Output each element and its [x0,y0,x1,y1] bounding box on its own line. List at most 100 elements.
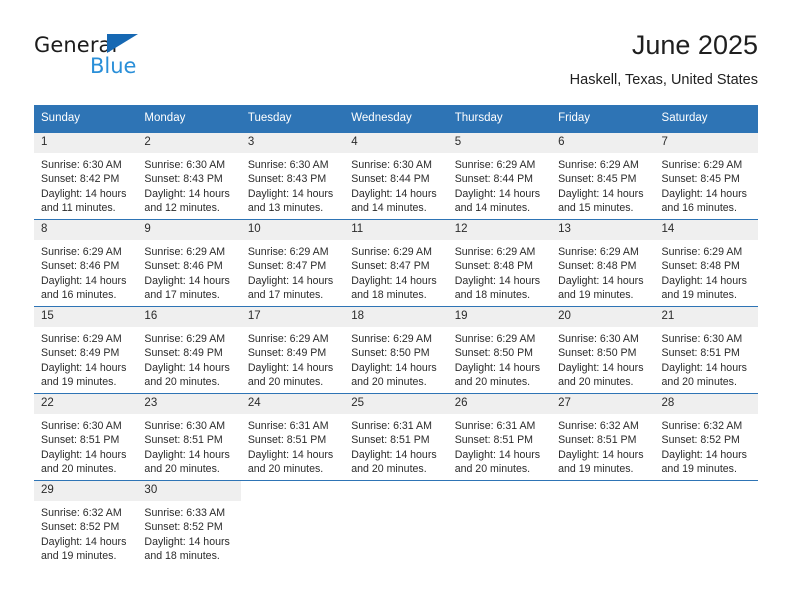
sunrise-text: Sunrise: 6:32 AM [558,420,639,432]
sunrise-text: Sunrise: 6:32 AM [41,507,122,519]
sunset-text: Sunset: 8:47 PM [247,260,327,273]
calendar-day-cell[interactable]: 28 Sunrise: 6:32 AM Sunset: 8:52 PM Dayligh… [654,393,758,481]
calendar-day-cell[interactable]: 7 Sunrise: 6:29 AM Sunset: 8:45 PM Daylight… [654,132,758,220]
daylight-text: Daylight: 14 hours and 20 minutes. [351,361,437,389]
calendar-day-cell[interactable]: 11 Sunrise: 6:29 AM Sunset: 8:47 PM Dayligh… [344,219,448,307]
calendar-page: General Blue June 2025 Haskell, Texas, U… [0,0,792,612]
sunrise-text: Sunrise: 6:29 AM [454,333,536,345]
sunset-text: Sunset: 8:47 PM [351,260,430,273]
day-number: 11 [344,220,448,240]
triangle-icon [107,34,138,53]
calendar-day-cell[interactable]: 24 Sunrise: 6:31 AM Sunset: 8:51 PM Dayligh… [240,393,345,481]
calendar-day-cell[interactable]: 30 Sunrise: 6:33 AM Sunset: 8:52 PM Dayligh… [137,480,241,567]
calendar-day-cell[interactable]: 15 Sunrise: 6:29 AM Sunset: 8:49 PM Dayligh… [34,306,138,394]
sunrise-text: Sunrise: 6:30 AM [247,159,329,171]
sunset-text: Sunset: 8:50 PM [351,347,430,360]
daylight-text: Daylight: 14 hours and 16 minutes. [41,274,127,302]
daylight-text: Daylight: 14 hours and 18 minutes. [351,274,437,302]
sunset-text: Sunset: 8:50 PM [454,347,534,360]
day-number: 28 [654,394,758,414]
calendar-day-cell[interactable]: 22 Sunrise: 6:30 AM Sunset: 8:51 PM Dayligh… [34,393,138,481]
day-number: 24 [240,394,345,414]
sunrise-text: Sunrise: 6:30 AM [41,420,122,432]
day-number: 20 [551,307,655,327]
day-number [551,481,654,501]
calendar-day-cell[interactable]: 19 Sunrise: 6:29 AM Sunset: 8:50 PM Dayligh… [447,306,552,394]
calendar-week-row: 1 Sunrise: 6:30 AM Sunset: 8:42 PM Daylight… [34,132,758,220]
calendar-day-cell[interactable]: 21 Sunrise: 6:30 AM Sunset: 8:51 PM Dayligh… [654,306,758,394]
calendar-day-cell[interactable]: 26 Sunrise: 6:31 AM Sunset: 8:51 PM Dayligh… [447,393,552,481]
sunset-text: Sunset: 8:46 PM [41,260,120,273]
day-details: Sunrise: 6:29 AM Sunset: 8:50 PM Daylight:… [448,327,551,390]
calendar-day-cell[interactable]: 25 Sunrise: 6:31 AM Sunset: 8:51 PM Dayligh… [344,393,448,481]
sunset-text: Sunset: 8:49 PM [247,347,327,360]
day-details: Sunrise: 6:30 AM Sunset: 8:43 PM Daylight:… [137,153,240,216]
calendar-day-cell[interactable]: 16 Sunrise: 6:29 AM Sunset: 8:49 PM Dayligh… [137,306,241,394]
weekday-header-row: Sunday Monday Tuesday Wednesday Thursday… [34,105,758,133]
weekday-header-thursday: Thursday [447,105,552,133]
day-number: 8 [34,220,138,240]
day-details: Sunrise: 6:29 AM Sunset: 8:48 PM Daylight:… [448,240,551,303]
calendar-week-row: 8 Sunrise: 6:29 AM Sunset: 8:46 PM Daylight… [34,219,758,307]
day-details: Sunrise: 6:29 AM Sunset: 8:49 PM Daylight:… [241,327,344,390]
daylight-text: Daylight: 14 hours and 19 minutes. [41,535,127,563]
daylight-text: Daylight: 14 hours and 20 minutes. [661,361,747,389]
day-number: 9 [137,220,241,240]
sunset-text: Sunset: 8:49 PM [41,347,120,360]
weekday-header-wednesday: Wednesday [344,105,448,133]
weekday-header-saturday: Saturday [654,105,758,133]
calendar-day-cell[interactable]: 8 Sunrise: 6:29 AM Sunset: 8:46 PM Daylight… [34,219,138,307]
calendar-day-cell[interactable]: 17 Sunrise: 6:29 AM Sunset: 8:49 PM Dayligh… [240,306,345,394]
sunset-text: Sunset: 8:46 PM [144,260,223,273]
calendar-day-cell[interactable]: 14 Sunrise: 6:29 AM Sunset: 8:48 PM Dayligh… [654,219,758,307]
sunrise-text: Sunrise: 6:31 AM [351,420,432,432]
day-details: Sunrise: 6:29 AM Sunset: 8:47 PM Daylight:… [344,240,447,303]
day-details: Sunrise: 6:32 AM Sunset: 8:52 PM Daylight:… [34,501,137,564]
calendar-day-cell[interactable]: 27 Sunrise: 6:32 AM Sunset: 8:51 PM Dayligh… [551,393,655,481]
day-number: 29 [34,481,138,501]
calendar-day-cell[interactable]: 5 Sunrise: 6:29 AM Sunset: 8:44 PM Daylight… [447,132,552,220]
calendar-day-cell[interactable]: 12 Sunrise: 6:29 AM Sunset: 8:48 PM Dayligh… [447,219,552,307]
page-title: June 2025 [631,30,758,60]
sunset-text: Sunset: 8:52 PM [144,521,223,534]
day-number [448,481,551,501]
sunrise-text: Sunrise: 6:30 AM [144,420,226,432]
calendar-day-cell[interactable]: 4 Sunrise: 6:30 AM Sunset: 8:44 PM Daylight… [344,132,448,220]
sunrise-text: Sunrise: 6:29 AM [661,246,743,258]
calendar-day-cell[interactable]: 3 Sunrise: 6:30 AM Sunset: 8:43 PM Daylight… [240,132,345,220]
day-number [344,481,447,501]
daylight-text: Daylight: 14 hours and 20 minutes. [144,361,230,389]
sunset-text: Sunset: 8:48 PM [558,260,637,273]
day-number: 12 [447,220,552,240]
sunrise-text: Sunrise: 6:31 AM [454,420,536,432]
calendar-day-cell[interactable]: 9 Sunrise: 6:29 AM Sunset: 8:46 PM Daylight… [137,219,241,307]
sunrise-text: Sunrise: 6:30 AM [351,159,432,171]
day-details: Sunrise: 6:30 AM Sunset: 8:50 PM Daylight:… [551,327,654,390]
calendar-day-cell[interactable]: 20 Sunrise: 6:30 AM Sunset: 8:50 PM Dayligh… [551,306,655,394]
calendar-day-cell[interactable]: 23 Sunrise: 6:30 AM Sunset: 8:51 PM Dayligh… [137,393,241,481]
weekday-header-sunday: Sunday [34,105,138,133]
calendar-day-cell[interactable]: 1 Sunrise: 6:30 AM Sunset: 8:42 PM Daylight… [34,132,138,220]
calendar-day-cell-empty [447,480,552,567]
daylight-text: Daylight: 14 hours and 20 minutes. [558,361,644,389]
daylight-text: Daylight: 14 hours and 19 minutes. [558,274,644,302]
day-number: 17 [240,307,345,327]
sunset-text: Sunset: 8:52 PM [661,434,740,447]
calendar-week-row: 29 Sunrise: 6:32 AM Sunset: 8:52 PM Dayligh… [34,480,758,567]
calendar-day-cell[interactable]: 29 Sunrise: 6:32 AM Sunset: 8:52 PM Dayligh… [34,480,138,567]
sunset-text: Sunset: 8:44 PM [454,173,534,186]
sunrise-text: Sunrise: 6:29 AM [454,246,536,258]
calendar-week-row: 22 Sunrise: 6:30 AM Sunset: 8:51 PM Dayligh… [34,393,758,481]
sunrise-text: Sunrise: 6:29 AM [144,333,226,345]
calendar-day-cell[interactable]: 10 Sunrise: 6:29 AM Sunset: 8:47 PM Dayligh… [240,219,345,307]
day-number: 15 [34,307,138,327]
calendar-day-cell[interactable]: 6 Sunrise: 6:29 AM Sunset: 8:45 PM Daylight… [551,132,655,220]
sunset-text: Sunset: 8:51 PM [144,434,223,447]
calendar-day-cell[interactable]: 2 Sunrise: 6:30 AM Sunset: 8:43 PM Daylight… [137,132,241,220]
calendar-day-cell[interactable]: 18 Sunrise: 6:29 AM Sunset: 8:50 PM Dayligh… [344,306,448,394]
calendar-day-cell[interactable]: 13 Sunrise: 6:29 AM Sunset: 8:48 PM Dayligh… [551,219,655,307]
day-details: Sunrise: 6:29 AM Sunset: 8:46 PM Daylight:… [137,240,240,303]
day-number: 6 [551,133,655,153]
day-details: Sunrise: 6:31 AM Sunset: 8:51 PM Daylight:… [241,414,344,477]
daylight-text: Daylight: 14 hours and 16 minutes. [661,187,747,215]
